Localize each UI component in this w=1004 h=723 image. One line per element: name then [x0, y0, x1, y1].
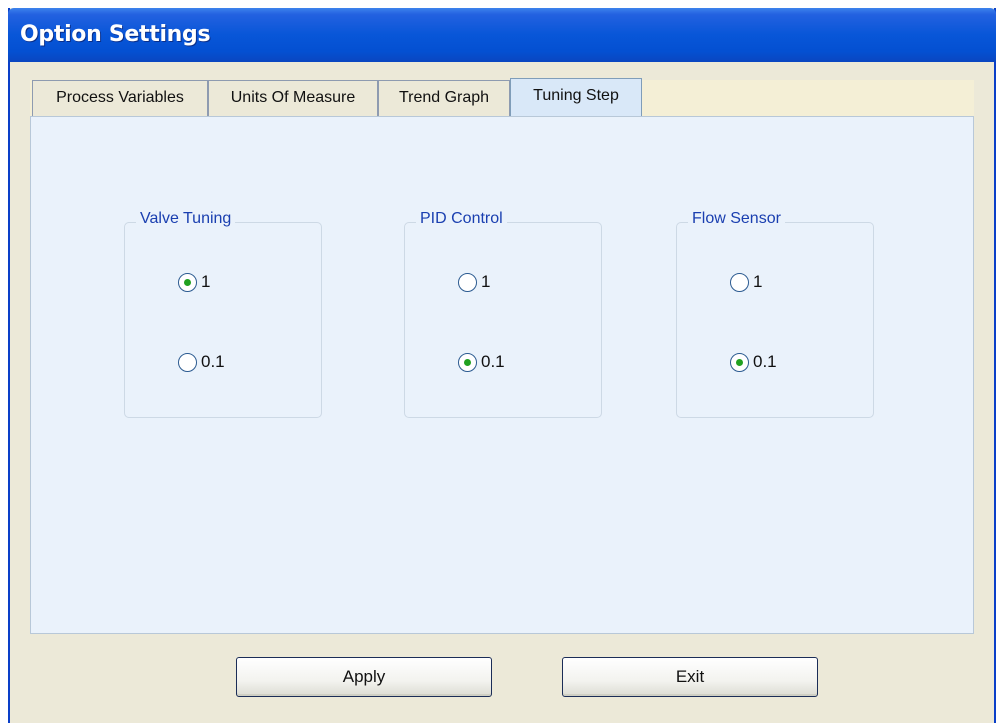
valve-tuning-option-0-1[interactable]: 0.1	[178, 350, 225, 374]
flow-sensor-option-0-1[interactable]: 0.1	[730, 350, 777, 374]
option-label: 1	[481, 272, 491, 291]
radio-button[interactable]	[458, 272, 477, 292]
window-title: Option Settings	[20, 22, 211, 47]
title-bar[interactable]: Option Settings	[8, 8, 996, 62]
valve-tuning-group	[124, 222, 322, 418]
exit-button[interactable]: Exit	[562, 657, 818, 697]
option-label: 0.1	[481, 352, 505, 371]
tab-tuning-step[interactable]: Tuning Step	[510, 78, 642, 116]
option-label: 0.1	[753, 352, 777, 371]
tab-units-of-measure[interactable]: Units Of Measure	[208, 80, 378, 116]
apply-button[interactable]: Apply	[236, 657, 492, 697]
valve-tuning-label: Valve Tuning	[136, 210, 236, 228]
radio-button[interactable]	[458, 352, 477, 372]
flow-sensor-group	[676, 222, 874, 418]
valve-tuning-option-1[interactable]: 1	[178, 270, 210, 294]
radio-button[interactable]	[178, 352, 197, 372]
radio-button[interactable]	[730, 272, 749, 292]
pid-control-label: PID Control	[416, 210, 507, 228]
radio-button[interactable]	[730, 352, 749, 372]
pid-control-option-0-1[interactable]: 0.1	[458, 350, 505, 374]
tab-process-variables[interactable]: Process Variables	[32, 80, 208, 116]
option-label: 1	[753, 272, 763, 291]
radio-button[interactable]	[178, 272, 197, 292]
option-label: 1	[201, 272, 211, 291]
tab-trend-graph[interactable]: Trend Graph	[378, 80, 510, 116]
flow-sensor-label: Flow Sensor	[688, 210, 785, 228]
pid-control-option-1[interactable]: 1	[458, 270, 490, 294]
pid-control-group	[404, 222, 602, 418]
flow-sensor-option-1[interactable]: 1	[730, 270, 762, 294]
option-label: 0.1	[201, 352, 225, 371]
